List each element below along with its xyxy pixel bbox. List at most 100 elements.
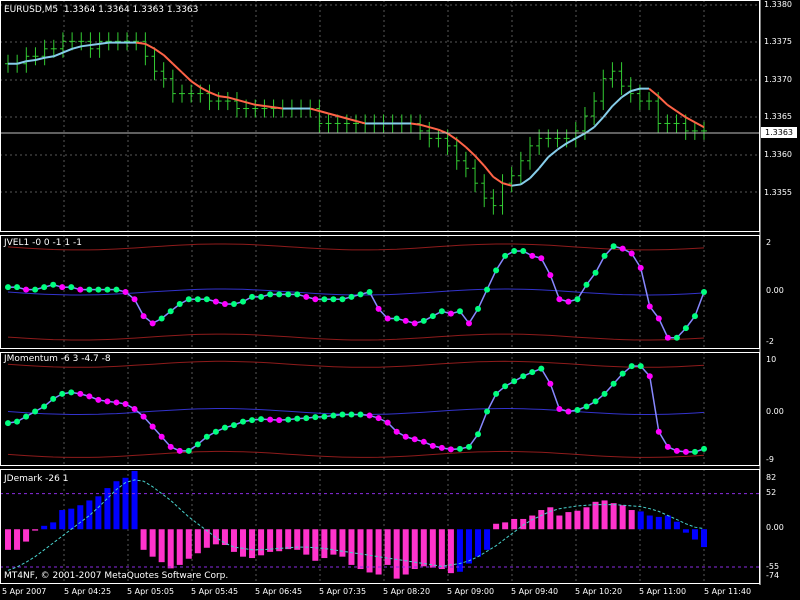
jdemark-bar	[393, 529, 400, 579]
jmomentum-dot	[77, 390, 84, 397]
jdemark-bar	[592, 501, 599, 530]
jdemark-bar	[673, 521, 680, 530]
jmomentum-dot	[348, 411, 355, 418]
jmomentum-dot	[701, 445, 707, 452]
jvel-dot	[547, 272, 554, 279]
jvel-dot	[203, 296, 210, 303]
jvel-dot	[447, 310, 454, 317]
jvel-dot	[402, 317, 409, 324]
jvel-panel-title: JVEL1 -0 0 -1 1 -1	[4, 238, 82, 248]
jvel-dot	[294, 291, 301, 298]
jdemark-bar	[529, 515, 536, 530]
moving-average-segment	[99, 41, 109, 45]
jvel-dot	[176, 301, 183, 308]
jmomentum-dot	[673, 447, 680, 454]
jvel-dot	[50, 281, 57, 288]
jmomentum-dot	[447, 446, 454, 453]
jmomentum-dot	[493, 390, 500, 397]
jdemark-bar	[610, 503, 617, 530]
jmomentum-dot	[484, 408, 491, 415]
jvel-dot	[312, 296, 319, 303]
jdemark-bar	[411, 529, 418, 570]
jmomentum-dot	[23, 413, 30, 420]
jvel-dot	[194, 296, 201, 303]
time-axis-label: 5 Apr 11:00	[639, 587, 687, 596]
jvel-dot	[456, 308, 463, 315]
jdemark-bar	[375, 529, 382, 575]
jdemark-bar	[547, 507, 554, 530]
jmomentum-dot	[574, 407, 581, 414]
jmomentum-dot	[538, 365, 545, 372]
jdemark-bar	[176, 529, 183, 565]
jmomentum-dot	[203, 433, 210, 440]
jmomentum-dot	[619, 370, 626, 377]
jvel-dot	[140, 313, 147, 320]
jmomentum-level-label: 10	[766, 355, 777, 364]
jmomentum-dot	[230, 422, 237, 429]
time-axis-label: 5 Apr 08:20	[383, 587, 431, 596]
jmomentum-dot	[221, 424, 228, 431]
jmomentum-dot	[366, 412, 373, 419]
jvel-dot	[375, 305, 382, 312]
jdemark-bar	[330, 529, 337, 555]
main-panel-title: EURUSD,M5 1.3364 1.3364 1.3363 1.3363	[4, 5, 199, 15]
jvel-dot	[438, 308, 445, 315]
jmomentum-dot	[249, 417, 256, 424]
jvel-dot	[493, 267, 500, 274]
jdemark-bar	[149, 529, 156, 557]
jvel-dot	[86, 286, 93, 293]
jdemark-bar	[655, 516, 662, 530]
jdemark-bar	[212, 529, 219, 545]
jvel-dot	[366, 289, 373, 295]
jdemark-bar	[113, 481, 120, 530]
jdemark-bar	[556, 515, 563, 530]
jvel-dot	[565, 298, 572, 305]
moving-average-segment	[255, 103, 265, 108]
jvel-dot	[673, 334, 680, 341]
jvel-dot	[691, 313, 698, 320]
time-axis-label: 5 Apr 09:40	[511, 587, 559, 596]
jdemark-bar	[339, 529, 346, 557]
jvel-level-label: 0.00	[766, 286, 784, 295]
price-axis-label: 1.3375	[764, 37, 792, 46]
jvel-dot	[429, 313, 436, 320]
price-axis-label: 1.3355	[764, 188, 792, 197]
jmomentum-dot	[339, 411, 346, 418]
jmomentum-level-label: 0.00	[766, 407, 784, 416]
jmomentum-dot	[565, 408, 572, 415]
jvel-dot	[484, 286, 491, 293]
jmomentum-dot	[637, 363, 644, 370]
jdemark-bar	[167, 529, 174, 569]
jmomentum-dot	[158, 433, 165, 440]
jmomentum-dot	[131, 406, 138, 412]
jvel-dot	[185, 296, 192, 303]
jdemark-bar	[420, 529, 427, 567]
jdemark-bar	[628, 510, 635, 530]
jmomentum-dot	[547, 380, 554, 387]
jvel-dot	[77, 286, 84, 293]
jvel-dot	[475, 305, 482, 312]
jdemark-bar	[384, 529, 391, 565]
time-axis-label: 5 Apr 10:20	[575, 587, 623, 596]
jvel-dot	[682, 325, 689, 332]
jmomentum-panel-title: JMomentum -6 3 -4.7 -8	[4, 354, 111, 364]
jdemark-bar	[619, 505, 626, 530]
jvel-dot	[529, 252, 536, 259]
jvel-dot	[14, 284, 21, 291]
jvel-dot	[249, 293, 256, 300]
jvel-dot	[113, 286, 120, 293]
jdemark-panel-title: JDemark -26 1	[4, 474, 69, 484]
jvel-dot	[538, 255, 545, 262]
time-axis-label: 5 Apr 05:45	[191, 587, 239, 596]
jmomentum-dot	[583, 403, 590, 410]
jdemark-bar	[23, 529, 30, 542]
jmomentum-dot	[50, 395, 57, 402]
jdemark-bar	[258, 529, 265, 556]
jvel-dot	[68, 284, 75, 291]
moving-average-segment	[136, 41, 146, 45]
jmomentum-dot	[511, 378, 518, 385]
jdemark-bar	[140, 529, 147, 550]
jdemark-bar	[185, 529, 192, 559]
jvel-dot	[646, 303, 653, 310]
jvel-dot	[303, 293, 310, 300]
